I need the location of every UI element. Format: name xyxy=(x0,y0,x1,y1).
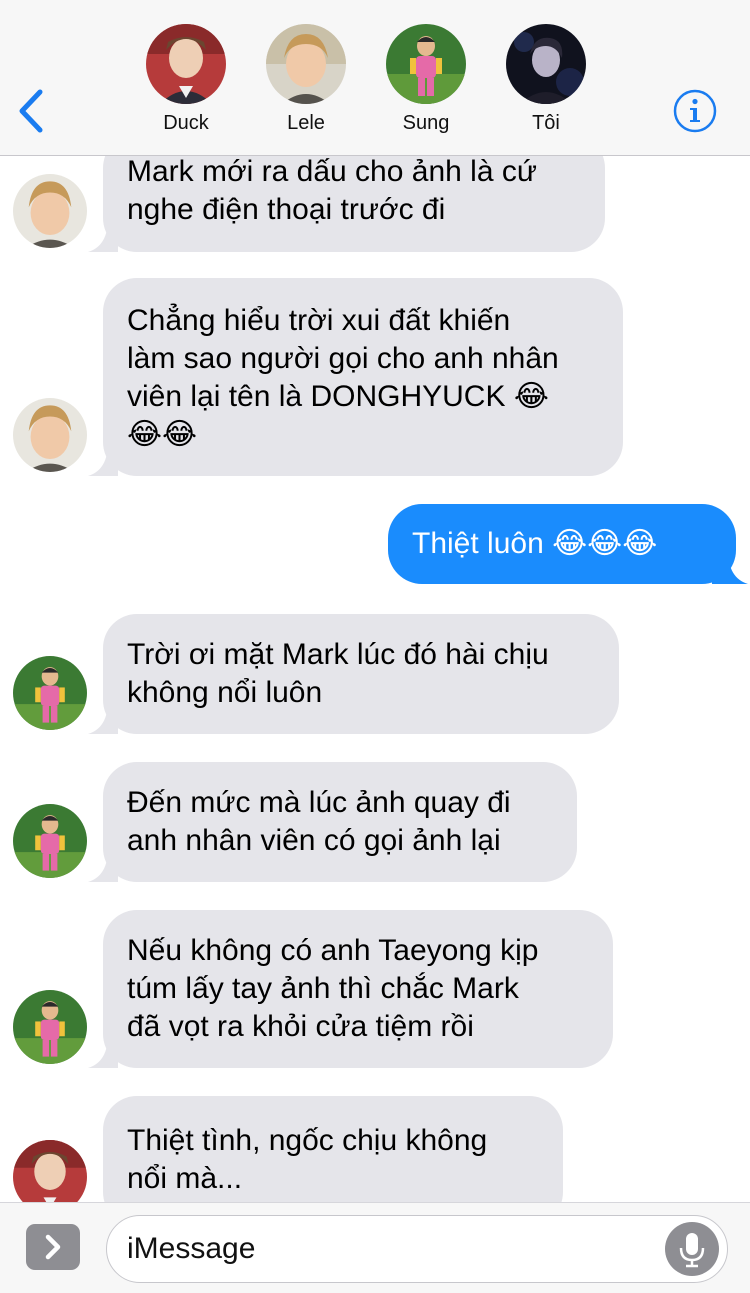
message-text: viên lại tên là DONGHYUCK xyxy=(127,380,506,413)
message-bubble-outgoing[interactable]: Thiệt luôn 😂😂😂 xyxy=(388,504,736,584)
message-input[interactable]: iMessage xyxy=(106,1215,728,1283)
info-icon xyxy=(673,89,717,133)
message-text: đã vọt ra khỏi cửa tiệm rồi xyxy=(127,1010,474,1043)
message-text: nổi mà... xyxy=(127,1162,243,1195)
participant-name: Lele xyxy=(287,112,325,134)
message-text: Chẳng hiểu trời xui đất khiến xyxy=(127,304,511,337)
avatar xyxy=(266,24,346,104)
participant-name: Duck xyxy=(163,112,209,134)
message-text: làm sao người gọi cho anh nhân xyxy=(127,342,559,375)
message-bubble[interactable]: Mark mới ra dấu cho ảnh là cứ nghe điện … xyxy=(103,156,605,252)
avatar xyxy=(386,24,466,104)
avatar xyxy=(506,24,586,104)
message-thread[interactable]: Mark mới ra dấu cho ảnh là cứ nghe điện … xyxy=(0,156,750,1202)
message-text: Trời ơi mặt Mark lúc đó hài chịu xyxy=(127,638,549,671)
compose-bar: iMessage xyxy=(0,1202,750,1293)
laughing-emoji: 😂😂 xyxy=(127,417,198,452)
chevron-right-icon xyxy=(45,1234,61,1260)
message-text: Nếu không có anh Taeyong kịp xyxy=(127,934,539,967)
message-bubble[interactable]: Chẳng hiểu trời xui đất khiến làm sao ng… xyxy=(103,278,623,476)
message-bubble[interactable]: Thiệt tình, ngốc chịu không nổi mà... xyxy=(103,1096,563,1202)
message-bubble[interactable]: Nếu không có anh Taeyong kịp túm lấy tay… xyxy=(103,910,613,1068)
sender-avatar-duck[interactable] xyxy=(13,1140,87,1202)
info-button[interactable] xyxy=(673,89,717,133)
message-text: Thiệt luôn xyxy=(412,527,544,560)
laughing-emoji: 😂😂😂 xyxy=(552,526,658,561)
message-bubble[interactable]: Đến mức mà lúc ảnh quay đi anh nhân viên… xyxy=(103,762,577,882)
sender-avatar-sung[interactable] xyxy=(13,990,87,1064)
sender-avatar-sung[interactable] xyxy=(13,804,87,878)
sender-avatar-sung[interactable] xyxy=(13,656,87,730)
message-text: Đến mức mà lúc ảnh quay đi xyxy=(127,786,511,819)
bubble-tail xyxy=(712,550,748,584)
participant-sung[interactable]: Sung xyxy=(376,24,476,135)
participant-lele[interactable]: Lele xyxy=(256,24,356,135)
avatar xyxy=(146,24,226,104)
sender-avatar-lele[interactable] xyxy=(13,398,87,472)
microphone-icon xyxy=(679,1233,705,1268)
message-text: túm lấy tay ảnh thì chắc Mark xyxy=(127,972,519,1005)
participant-duck[interactable]: Duck xyxy=(136,24,236,135)
message-text: Thiệt tình, ngốc chịu không xyxy=(127,1124,488,1157)
dictation-button[interactable] xyxy=(665,1222,719,1276)
participant-toi[interactable]: Tôi xyxy=(496,24,596,135)
participant-name: Sung xyxy=(402,112,450,134)
message-text: anh nhân viên có gọi ảnh lại xyxy=(127,824,501,857)
message-text: Mark mới ra dấu cho ảnh là cứ xyxy=(127,156,537,188)
conversation-header: Duck Lele Sung Tôi xyxy=(0,0,750,156)
participant-list: Duck Lele Sung Tôi xyxy=(0,0,750,156)
message-bubble[interactable]: Trời ơi mặt Mark lúc đó hài chịu không n… xyxy=(103,614,619,734)
sender-avatar-lele[interactable] xyxy=(13,174,87,248)
message-text: nghe điện thoại trước đi xyxy=(127,193,446,226)
participant-name: Tôi xyxy=(532,112,560,134)
laughing-emoji: 😂 xyxy=(513,379,549,414)
message-text: không nổi luôn xyxy=(127,676,323,709)
apps-button[interactable] xyxy=(26,1224,80,1270)
